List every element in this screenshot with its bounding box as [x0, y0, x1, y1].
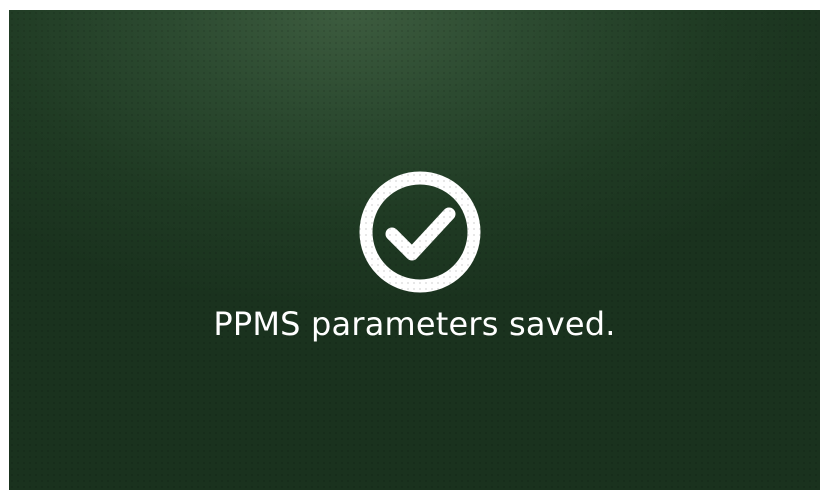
- check-circle-icon-graphic: [359, 171, 481, 293]
- window-frame: PPMS parameters saved.: [0, 0, 829, 501]
- save-confirmation-screen: PPMS parameters saved.: [9, 10, 820, 490]
- check-circle-icon: [356, 168, 484, 296]
- save-confirmation-message: PPMS parameters saved.: [213, 305, 616, 343]
